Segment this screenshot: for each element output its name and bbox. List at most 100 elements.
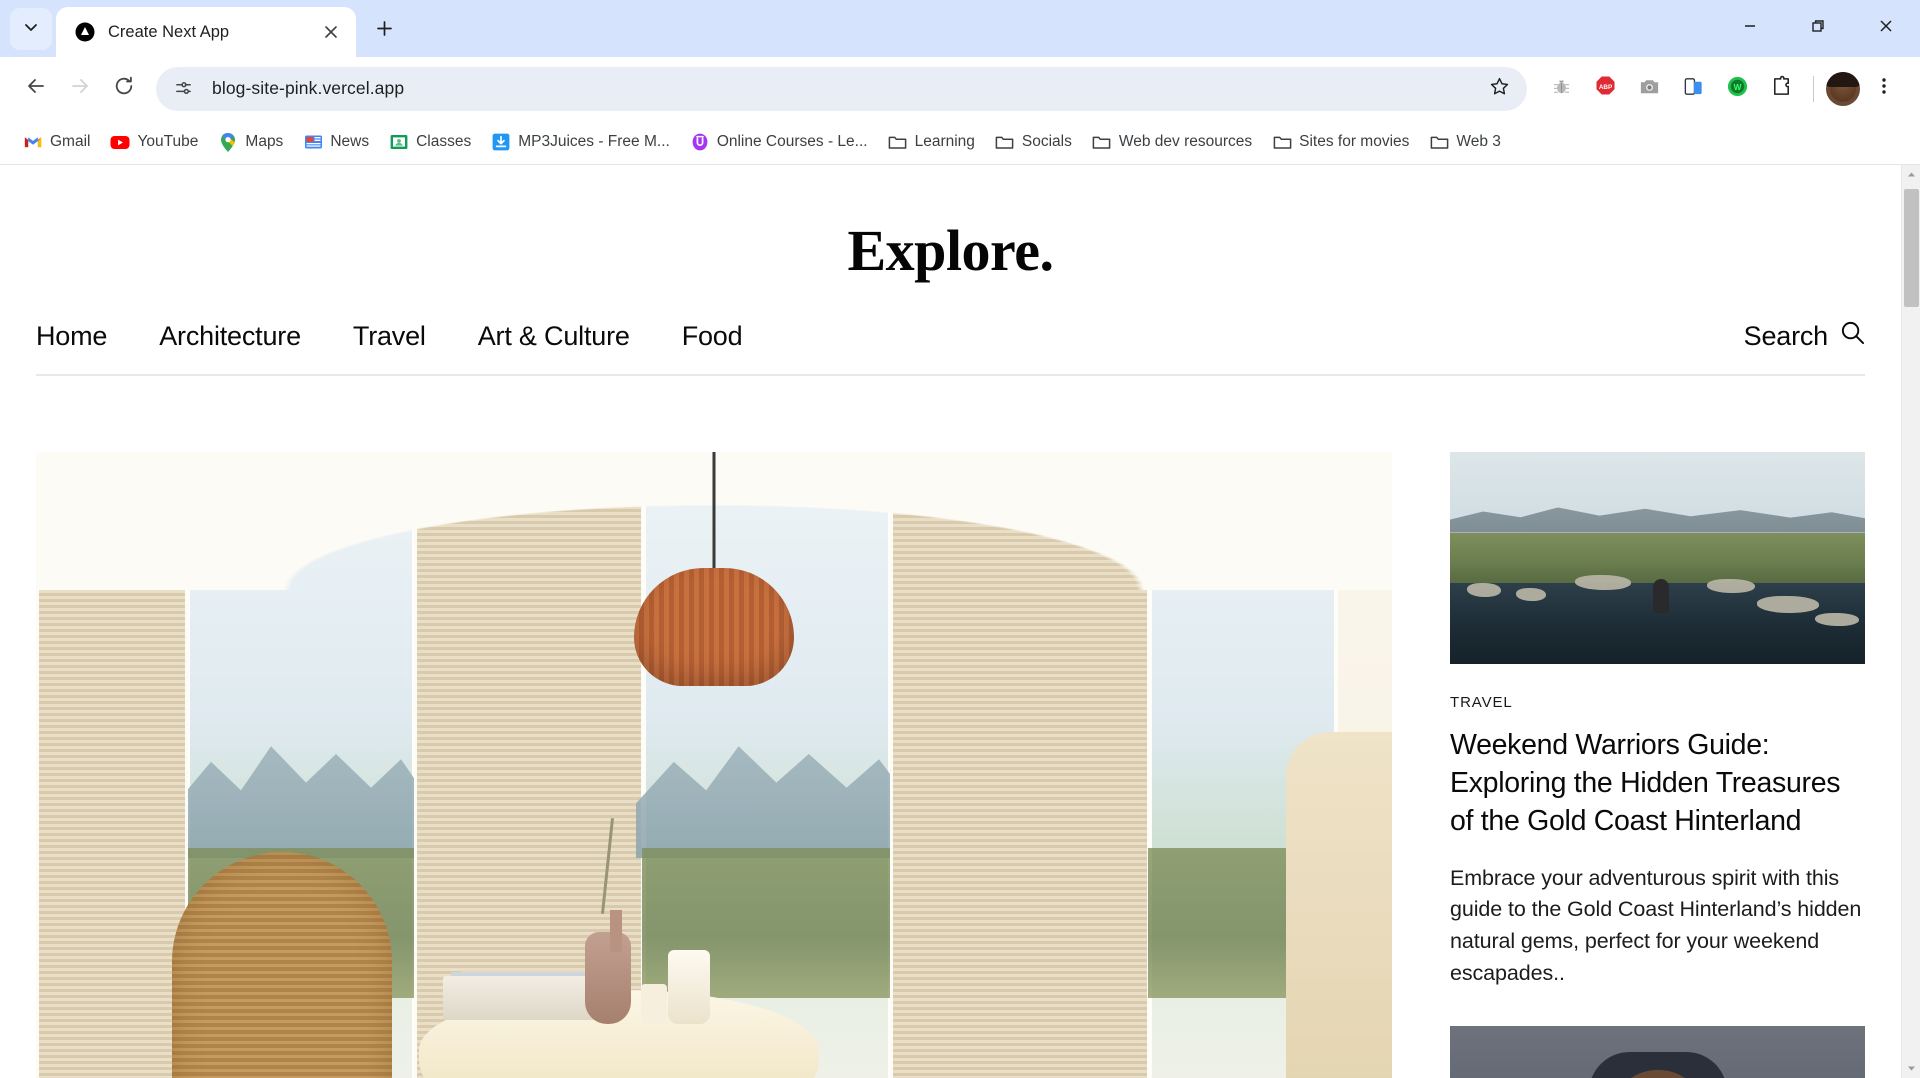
device-toolbar-button[interactable]	[1673, 69, 1713, 109]
tab-close-button[interactable]	[318, 19, 344, 45]
new-tab-button[interactable]	[366, 13, 402, 49]
bookmark-label: Learning	[914, 133, 975, 150]
bookmark-classes[interactable]: Classes	[380, 126, 480, 158]
hero-article-image[interactable]	[36, 452, 1392, 1078]
extensions-button[interactable]	[1761, 69, 1801, 109]
bookmark-folder-movies[interactable]: Sites for movies	[1263, 126, 1418, 158]
pendant-cord	[712, 452, 716, 572]
svg-text:W: W	[1733, 82, 1741, 91]
forward-button[interactable]	[60, 69, 100, 109]
address-bar[interactable]: blog-site-pink.vercel.app	[156, 66, 1527, 111]
bookmark-maps[interactable]: Maps	[209, 126, 292, 158]
site-settings-icon[interactable]	[166, 72, 200, 106]
article-thumbnail[interactable]	[1450, 452, 1865, 664]
person-in-spring	[1653, 579, 1670, 614]
browser-tab[interactable]: Create Next App	[56, 7, 356, 57]
bookmark-folder-learning[interactable]: Learning	[879, 126, 984, 158]
nav-item-home[interactable]: Home	[36, 321, 107, 352]
bookmark-label: Sites for movies	[1299, 133, 1410, 150]
tab-search-button[interactable]	[10, 8, 52, 50]
site-navigation: Home Architecture Travel Art & Culture F…	[36, 294, 1865, 376]
page-viewport: Explore. Home Architecture Travel Art & …	[0, 165, 1920, 1078]
profile-avatar[interactable]	[1826, 71, 1860, 106]
device-toolbar-icon	[1682, 75, 1705, 103]
minimize-button[interactable]	[1716, 0, 1784, 57]
bookmark-star-button[interactable]	[1479, 69, 1519, 109]
nav-item-art-culture[interactable]: Art & Culture	[478, 321, 630, 352]
folder-icon	[888, 132, 908, 152]
hotspring-scene	[1450, 452, 1865, 664]
udemy-icon	[690, 132, 710, 152]
bookmark-label: Web dev resources	[1118, 133, 1253, 150]
rattan-chair	[171, 852, 392, 1078]
reload-icon	[113, 75, 135, 102]
bookmark-online-courses[interactable]: Online Courses - Le...	[681, 126, 877, 158]
reload-button[interactable]	[104, 69, 144, 109]
restore-window-icon	[1811, 19, 1825, 38]
download-icon	[491, 132, 511, 152]
vase	[585, 932, 632, 1024]
browser-window: Create Next App blog-site-pink.vercel.ap…	[0, 0, 1920, 1078]
forward-arrow-icon	[69, 75, 91, 102]
back-button[interactable]	[16, 69, 56, 109]
nav-item-travel[interactable]: Travel	[353, 321, 426, 352]
tab-title: Create Next App	[108, 22, 230, 41]
google-maps-icon	[218, 132, 238, 152]
browser-toolbar: blog-site-pink.vercel.app ABP W	[0, 57, 1920, 120]
bookmark-mp3juices[interactable]: MP3Juices - Free M...	[482, 126, 679, 158]
bookmark-label: Online Courses - Le...	[716, 133, 868, 150]
bookmark-news[interactable]: News	[294, 126, 378, 158]
bookmark-youtube[interactable]: YouTube	[101, 126, 207, 158]
search-button[interactable]: Search	[1744, 320, 1865, 352]
bookmark-label: YouTube	[137, 133, 199, 150]
sidebar-articles: TRAVEL Weekend Warriors Guide: Exploring…	[1450, 452, 1865, 1078]
scrollbar-thumb[interactable]	[1904, 189, 1919, 307]
url-text[interactable]: blog-site-pink.vercel.app	[200, 78, 1479, 99]
adblock-plus-icon: ABP	[1594, 75, 1617, 103]
puzzle-extensions-icon	[1770, 75, 1793, 103]
wappalyzer-button[interactable]: W	[1717, 69, 1757, 109]
site-logo[interactable]: Explore.	[36, 165, 1865, 294]
article-description: Embrace your adventurous spirit with thi…	[1450, 865, 1862, 986]
scroll-down-button[interactable]	[1902, 1059, 1920, 1078]
bookmark-folder-socials[interactable]: Socials	[986, 126, 1081, 158]
folder-icon	[1429, 132, 1449, 152]
article-thumbnail[interactable]	[1450, 1025, 1865, 1078]
google-classroom-icon	[389, 132, 409, 152]
screenshot-camera-icon	[1638, 75, 1661, 103]
folder-icon	[1092, 132, 1112, 152]
pendant-lamp	[634, 568, 794, 686]
bookmark-folder-webdev[interactable]: Web dev resources	[1083, 126, 1261, 158]
bookmarks-bar: Gmail YouTube Maps News Classes MP3Juice…	[0, 120, 1920, 165]
bug-extension-button[interactable]	[1541, 69, 1581, 109]
bookmark-gmail[interactable]: Gmail	[14, 126, 99, 158]
youtube-icon	[110, 132, 130, 152]
cabinet	[1286, 732, 1392, 1078]
scroll-up-button[interactable]	[1902, 165, 1920, 184]
close-window-icon	[1879, 19, 1893, 38]
screenshot-camera-button[interactable]	[1629, 69, 1669, 109]
page-scrollbar[interactable]	[1901, 165, 1920, 1078]
hero-scene	[36, 452, 1392, 1078]
scroll-up-arrow-icon	[1907, 166, 1916, 184]
chevron-down-icon	[23, 19, 39, 40]
google-news-icon	[303, 132, 323, 152]
close-window-button[interactable]	[1852, 0, 1920, 57]
nav-item-food[interactable]: Food	[682, 321, 743, 352]
article-title[interactable]: Weekend Warriors Guide: Exploring the Hi…	[1450, 727, 1865, 841]
bookmark-label: News	[330, 133, 370, 150]
vase-neck	[609, 910, 622, 952]
bug-extension-icon	[1551, 76, 1572, 102]
plus-icon	[376, 20, 393, 42]
folder-icon	[995, 132, 1015, 152]
maximize-button[interactable]	[1784, 0, 1852, 57]
tab-strip: Create Next App	[0, 0, 1920, 57]
bookmark-folder-web3[interactable]: Web 3	[1420, 126, 1510, 158]
bookmark-label: Gmail	[50, 133, 91, 150]
cup	[640, 984, 667, 1024]
article-category[interactable]: TRAVEL	[1450, 694, 1865, 711]
chrome-menu-button[interactable]	[1864, 69, 1904, 109]
bookmark-label: MP3Juices - Free M...	[518, 133, 670, 150]
nav-item-architecture[interactable]: Architecture	[159, 321, 301, 352]
adblock-plus-button[interactable]: ABP	[1585, 69, 1625, 109]
